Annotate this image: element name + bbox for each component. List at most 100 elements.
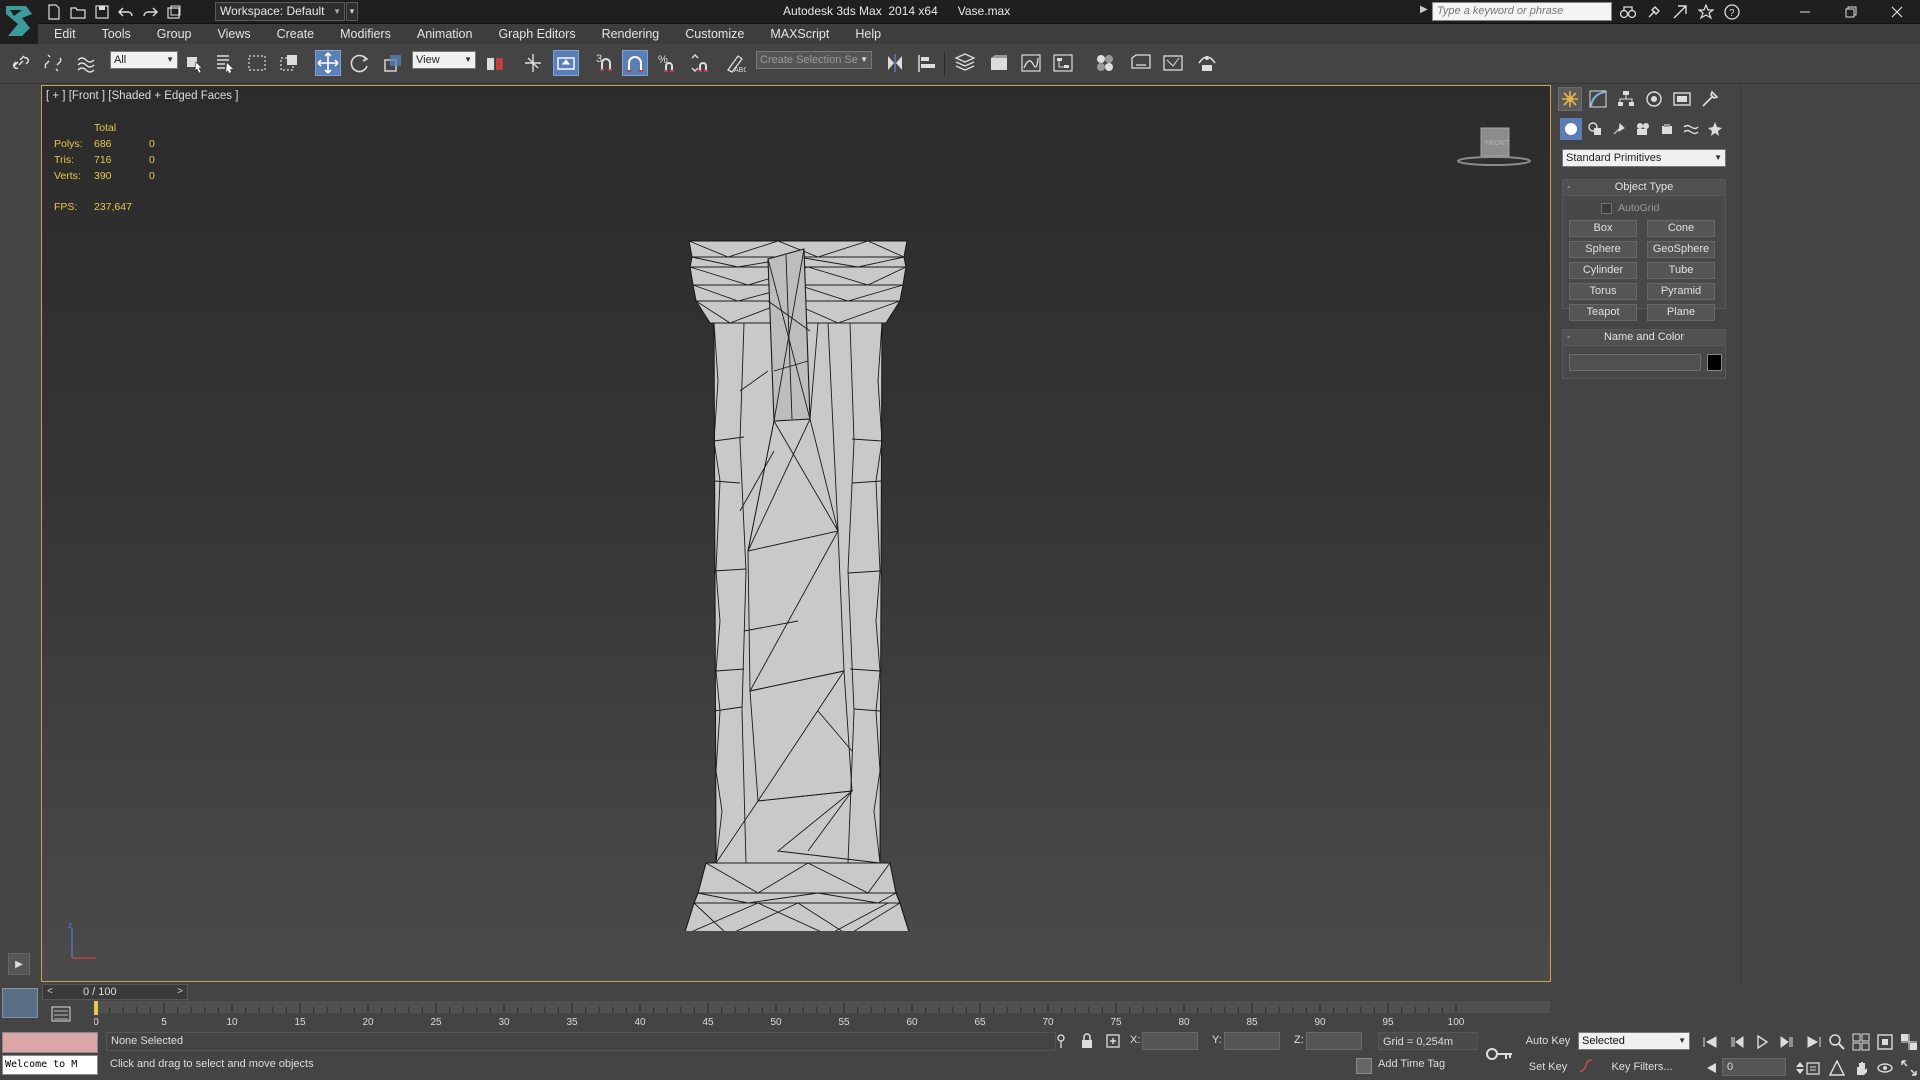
minimize-button[interactable] (1782, 0, 1828, 24)
select-and-rotate-icon[interactable] (347, 50, 373, 76)
keyboard-shortcut-override-icon[interactable] (553, 50, 579, 76)
zoom-extents-icon[interactable] (1874, 1032, 1896, 1052)
object-category-dropdown[interactable]: Standard Primitives ▼ (1562, 149, 1726, 167)
orbit-icon[interactable] (1874, 1058, 1896, 1078)
redo-icon[interactable] (140, 2, 160, 22)
angle-snap-icon[interactable] (622, 50, 648, 76)
cylinder-button[interactable]: Cylinder (1569, 262, 1637, 279)
z-coordinate-field[interactable] (1306, 1032, 1362, 1050)
menu-customize[interactable]: Customize (685, 27, 744, 41)
track-bar[interactable]: 0 5 10 15 20 25 30 35 40 45 50 55 60 65 70 75 80 85 90 95 10… (93, 1001, 1550, 1028)
play-animation-icon[interactable] (1750, 1032, 1774, 1052)
auto-key-button[interactable]: Auto Key (1524, 1032, 1572, 1050)
time-slider[interactable]: < 0 / 100 > (42, 984, 188, 1000)
window-crossing-icon[interactable] (276, 50, 302, 76)
menu-graph-editors[interactable]: Graph Editors (498, 27, 575, 41)
teapot-button[interactable]: Teapot (1569, 304, 1637, 321)
maxscript-listener-input[interactable]: Welcome to M (2, 1055, 98, 1075)
percent-snap-icon[interactable]: % (654, 50, 680, 76)
render-production-icon[interactable] (1194, 50, 1220, 76)
selection-filter-dropdown[interactable]: All ▼ (110, 51, 178, 69)
rectangular-selection-icon[interactable] (244, 50, 270, 76)
select-object-icon[interactable] (182, 50, 208, 76)
next-key-icon[interactable] (1776, 1032, 1800, 1052)
binoculars-icon[interactable] (1618, 2, 1638, 22)
help-icon[interactable]: ? (1722, 2, 1742, 22)
unlink-icon[interactable] (40, 50, 66, 76)
viewport-label-menu[interactable]: [ + ] [Front ] [Shaded + Edged Faces ] (46, 90, 238, 102)
menu-modifiers[interactable]: Modifiers (340, 27, 391, 41)
front-viewport[interactable]: [ + ] [Front ] [Shaded + Edged Faces ] T… (41, 85, 1551, 982)
snaps-toggle-icon[interactable]: 3 (592, 50, 618, 76)
menu-rendering[interactable]: Rendering (602, 27, 660, 41)
menu-help[interactable]: Help (855, 27, 881, 41)
lights-icon[interactable] (1608, 118, 1630, 140)
curve-editor-icon[interactable] (1018, 50, 1044, 76)
geometry-icon[interactable] (1560, 118, 1582, 140)
key-mode-dropdown[interactable]: Selected ▼ (1578, 1032, 1690, 1050)
mirror-icon[interactable] (882, 50, 908, 76)
menu-animation[interactable]: Animation (417, 27, 473, 41)
link-icon[interactable] (8, 50, 34, 76)
object-color-swatch[interactable] (1707, 354, 1722, 371)
open-file-icon[interactable] (68, 2, 88, 22)
maximize-viewport-toggle-icon[interactable] (1898, 1058, 1920, 1078)
layer-manager-icon[interactable] (952, 50, 978, 76)
search-input[interactable]: Type a keyword or phrase (1432, 2, 1612, 21)
reference-coordinate-dropdown[interactable]: View ▼ (412, 51, 476, 69)
menu-create[interactable]: Create (277, 27, 315, 41)
pivot-center-icon[interactable] (482, 50, 508, 76)
key-mode-toggle-icon[interactable] (1698, 1058, 1722, 1078)
edit-named-selection-icon[interactable]: ABC (722, 50, 748, 76)
named-selection-set-dropdown[interactable]: Create Selection Se ▼ (756, 51, 872, 69)
graphite-modeling-tools-icon[interactable] (986, 50, 1012, 76)
geosphere-button[interactable]: GeoSphere (1647, 241, 1715, 258)
select-by-name-icon[interactable] (212, 50, 238, 76)
selection-lock-icon[interactable] (1078, 1032, 1096, 1050)
save-file-icon[interactable] (92, 2, 112, 22)
viewport-expand-button[interactable]: ▶ (8, 953, 30, 975)
zoom-extents-all-icon[interactable] (1898, 1032, 1920, 1052)
menu-views[interactable]: Views (217, 27, 250, 41)
communication-center-icon[interactable] (1670, 2, 1690, 22)
pan-view-hand-icon[interactable] (1850, 1058, 1872, 1078)
shapes-icon[interactable] (1584, 118, 1606, 140)
plane-button[interactable]: Plane (1647, 304, 1715, 321)
render-setup-icon[interactable] (1128, 50, 1154, 76)
motion-tab-icon[interactable] (1642, 87, 1666, 111)
set-key-button[interactable]: Set Key (1524, 1058, 1572, 1076)
material-editor-icon[interactable] (1092, 50, 1118, 76)
menu-tools[interactable]: Tools (102, 27, 131, 41)
workspace-dropdown[interactable]: Workspace: Default ▼ (215, 2, 345, 21)
menu-edit[interactable]: Edit (54, 27, 76, 41)
undo-icon[interactable] (116, 2, 136, 22)
object-name-field[interactable] (1569, 354, 1701, 371)
viewcube[interactable]: FRONT (1456, 122, 1536, 172)
bind-space-warp-icon[interactable] (74, 50, 100, 76)
spinner-snap-icon[interactable] (686, 50, 712, 76)
maxscript-mini-listener-pink[interactable] (2, 1032, 98, 1053)
create-tab-icon[interactable] (1558, 87, 1582, 111)
go-to-start-icon[interactable] (1698, 1032, 1722, 1052)
box-button[interactable]: Box (1569, 220, 1637, 237)
time-configuration-icon[interactable] (1802, 1058, 1826, 1078)
isolate-selection-icon[interactable] (1052, 1032, 1070, 1050)
object-type-rollout-header[interactable]: - Object Type (1563, 180, 1725, 196)
current-frame-field[interactable]: 0 (1722, 1058, 1786, 1076)
y-coordinate-field[interactable] (1224, 1032, 1280, 1050)
open-mini-curve-editor-button[interactable] (2, 988, 38, 1018)
time-tag-icon[interactable] (1356, 1058, 1372, 1074)
default-in-out-tangent-key-icon[interactable] (1484, 1042, 1514, 1066)
new-scene-icon[interactable] (44, 2, 64, 22)
app-logo[interactable] (0, 0, 38, 44)
previous-frame-icon[interactable]: < (43, 985, 57, 999)
set-keys-icon[interactable] (1578, 1058, 1594, 1074)
restore-button[interactable] (1828, 0, 1874, 24)
track-bar-toggle-icon[interactable] (50, 1004, 72, 1024)
quick-access-customize-button[interactable]: ▼ (346, 2, 358, 21)
go-to-end-icon[interactable] (1802, 1032, 1826, 1052)
close-button[interactable] (1874, 0, 1920, 24)
modify-tab-icon[interactable] (1586, 87, 1610, 111)
menu-maxscript[interactable]: MAXScript (770, 27, 829, 41)
favorites-star-icon[interactable] (1696, 2, 1716, 22)
